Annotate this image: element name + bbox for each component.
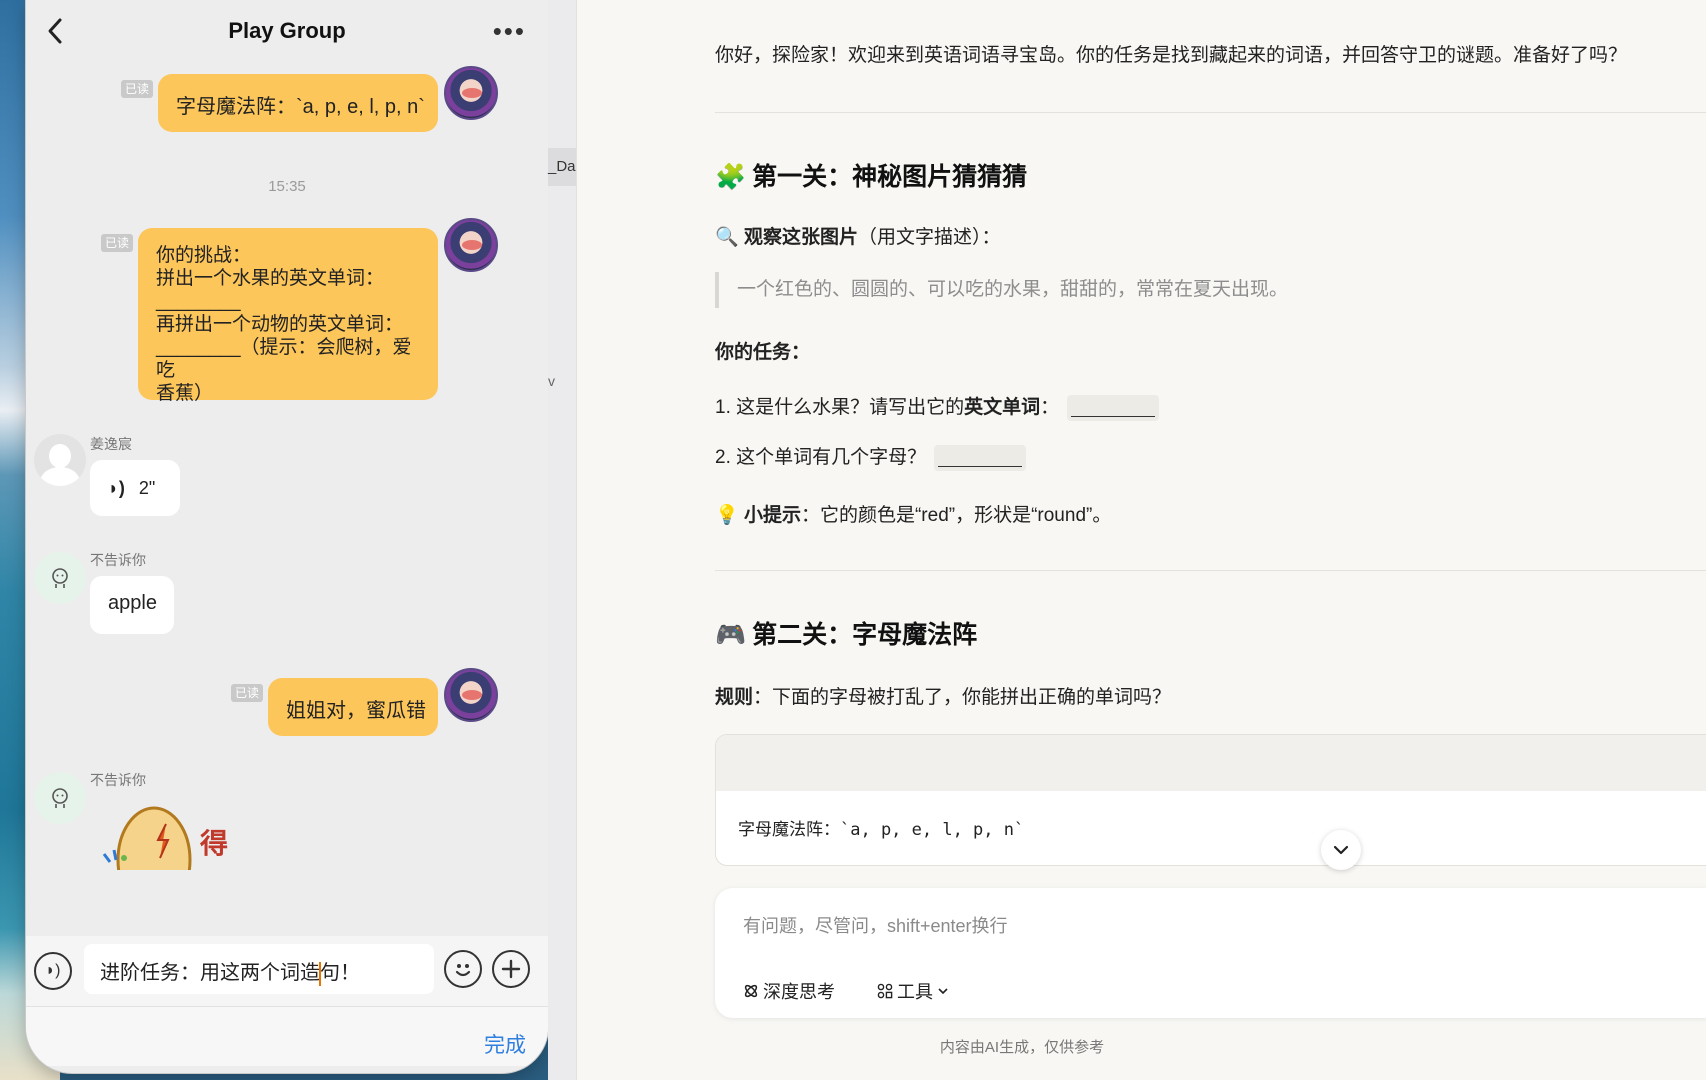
rule-bold: 规则 (715, 687, 754, 708)
message-bubble[interactable]: 你的挑战： 拼出一个水果的英文单词： ________ 再拼出一个动物的英文单词… (138, 228, 438, 404)
answer-blank (1067, 394, 1160, 421)
sender-name: 不告诉你 (90, 772, 146, 788)
sticker-text: 得 (200, 828, 229, 859)
deep-think-icon (744, 984, 758, 998)
chat-window: Play Group ••• 已读 字母魔法阵：`a, p, e, l, p, … (26, 0, 548, 1073)
chevron-down-icon (1333, 845, 1349, 855)
read-receipt: 已读 (121, 80, 154, 98)
background-window-sliver: _Da v (548, 0, 576, 1080)
hint-rest: ：它的颜色是“red”，形状是“round”。 (800, 505, 1112, 526)
tools-icon (877, 983, 893, 999)
deep-think-button[interactable]: 深度思考 (743, 978, 835, 1004)
ai-chat-panel: 你好，探险家！欢迎来到英语词语寻宝岛。你的任务是找到藏起来的词语，并回答守卫的谜… (576, 0, 1706, 1080)
answer-blank (934, 444, 1027, 471)
input-text-before: 进阶任务：用这两个词造 (100, 962, 320, 984)
sheep-icon (52, 788, 68, 808)
code-block: 字母魔法阵：`a, p, e, l, p, n` (715, 734, 1706, 866)
lightbulb-icon: 💡 (715, 505, 739, 526)
message-input[interactable]: 进阶任务：用这两个词造句！ (84, 944, 434, 994)
question-1: 1. 这是什么水果？请写出它的英文单词： (715, 392, 1160, 421)
message-line: 再拼出一个动物的英文单词： (156, 314, 404, 335)
chat-title: Play Group (228, 18, 346, 43)
code-text: 字母魔法阵：`a, p, e, l, p, n` (738, 820, 1025, 840)
deep-think-label: 深度思考 (763, 982, 835, 1002)
message-bubble[interactable]: 字母魔法阵：`a, p, e, l, p, n` (158, 74, 438, 132)
avatar[interactable] (444, 66, 498, 120)
background-text: v (548, 373, 555, 389)
avatar[interactable] (444, 668, 498, 722)
divider (715, 112, 1706, 113)
tools-label: 工具 (897, 982, 933, 1002)
read-receipt: 已读 (231, 684, 264, 702)
message-bubble[interactable]: 姐姐对，蜜瓜错 (268, 678, 438, 736)
plus-icon[interactable] (492, 950, 530, 988)
level2-title: 第二关：字母魔法阵 (752, 621, 978, 649)
scroll-down-button[interactable] (1321, 830, 1361, 870)
read-receipt: 已读 (101, 234, 134, 252)
description-quote: 一个红色的、圆圆的、可以吃的水果，甜甜的，常常在夏天出现。 (715, 272, 1288, 308)
message-bubble[interactable]: apple (90, 576, 174, 634)
magnifier-icon: 🔍 (715, 227, 739, 248)
background-tab[interactable]: _Da (548, 148, 576, 186)
level1-title: 第一关：神秘图片猜猜猜 (752, 163, 1028, 191)
level1-heading: 🧩 第一关：神秘图片猜猜猜 (715, 157, 1027, 193)
voice-duration: 2" (138, 477, 156, 498)
sheep-icon (52, 568, 68, 588)
q1-suffix: ： (1040, 397, 1060, 418)
chevron-down-icon (938, 988, 948, 995)
observe-rest: （用文字描述）： (857, 227, 1001, 248)
q1-prefix: 1. 这是什么水果？请写出它的 (715, 397, 965, 418)
ai-input-placeholder: 有问题，尽管问，shift+enter换行 (743, 916, 1008, 936)
message-line: 香蕉） (156, 383, 214, 404)
greeting-text: 你好，探险家！欢迎来到英语词语寻宝岛。你的任务是找到藏起来的词语，并回答守卫的谜… (715, 45, 1628, 66)
q2-text: 2. 这个单词有几个字母？ (715, 447, 927, 468)
q1-bold: 英文单词 (964, 397, 1041, 418)
avatar[interactable] (444, 218, 498, 272)
ai-disclaimer: 内容由AI生成，仅供参考 (939, 1039, 1105, 1056)
emoji-icon[interactable] (444, 950, 482, 988)
hint-bold: 小提示 (743, 505, 801, 526)
voice-message[interactable]: ◗) 2" (90, 460, 180, 516)
level2-heading: 🎮 第二关：字母魔法阵 (715, 615, 977, 651)
chat-header: Play Group ••• (26, 0, 548, 66)
message-line: 你的挑战： (156, 245, 252, 266)
sender-name: 姜逸宸 (90, 436, 132, 452)
sticker-image[interactable]: 得 (96, 800, 246, 870)
avatar[interactable] (34, 434, 86, 486)
puzzle-icon: 🧩 (715, 163, 747, 191)
chat-input-bar: ◗) 进阶任务：用这两个词造句！ (26, 936, 548, 1006)
gamepad-icon: 🎮 (715, 621, 747, 649)
message-line: ________（提示：会爬树，爱吃 (156, 337, 412, 381)
voice-wave-icon: ◗) (108, 477, 125, 498)
sender-name: 不告诉你 (90, 552, 146, 568)
more-icon[interactable]: ••• (493, 18, 526, 44)
avatar[interactable] (34, 552, 86, 604)
rule-line: 规则：下面的字母被打乱了，你能拼出正确的单词吗？ (715, 682, 1171, 709)
voice-input-icon[interactable]: ◗) (34, 952, 72, 990)
hint-line: 💡 小提示：它的颜色是“red”，形状是“round”。 (715, 500, 1111, 527)
input-text-after: 句！ (320, 962, 360, 984)
avatar[interactable] (34, 772, 86, 824)
ai-content: 你好，探险家！欢迎来到英语词语寻宝岛。你的任务是找到藏起来的词语，并回答守卫的谜… (577, 0, 1706, 1080)
ai-input-box[interactable]: 有问题，尽管问，shift+enter换行 深度思考 工具 (715, 888, 1706, 1018)
tools-button[interactable]: 工具 (877, 978, 949, 1004)
rule-rest: ：下面的字母被打乱了，你能拼出正确的单词吗？ (753, 687, 1172, 708)
observe-line: 🔍 观察这张图片（用文字描述）： (715, 222, 1000, 249)
message-line: 拼出一个水果的英文单词： (156, 268, 385, 289)
observe-bold: 观察这张图片 (743, 227, 858, 248)
code-block-header (716, 735, 1706, 791)
task-label: 你的任务： (715, 342, 811, 363)
timestamp: 15:35 (268, 178, 306, 195)
divider (715, 570, 1706, 571)
question-2: 2. 这个单词有几个字母？ (715, 442, 1027, 471)
message-line: ________ (156, 291, 241, 312)
